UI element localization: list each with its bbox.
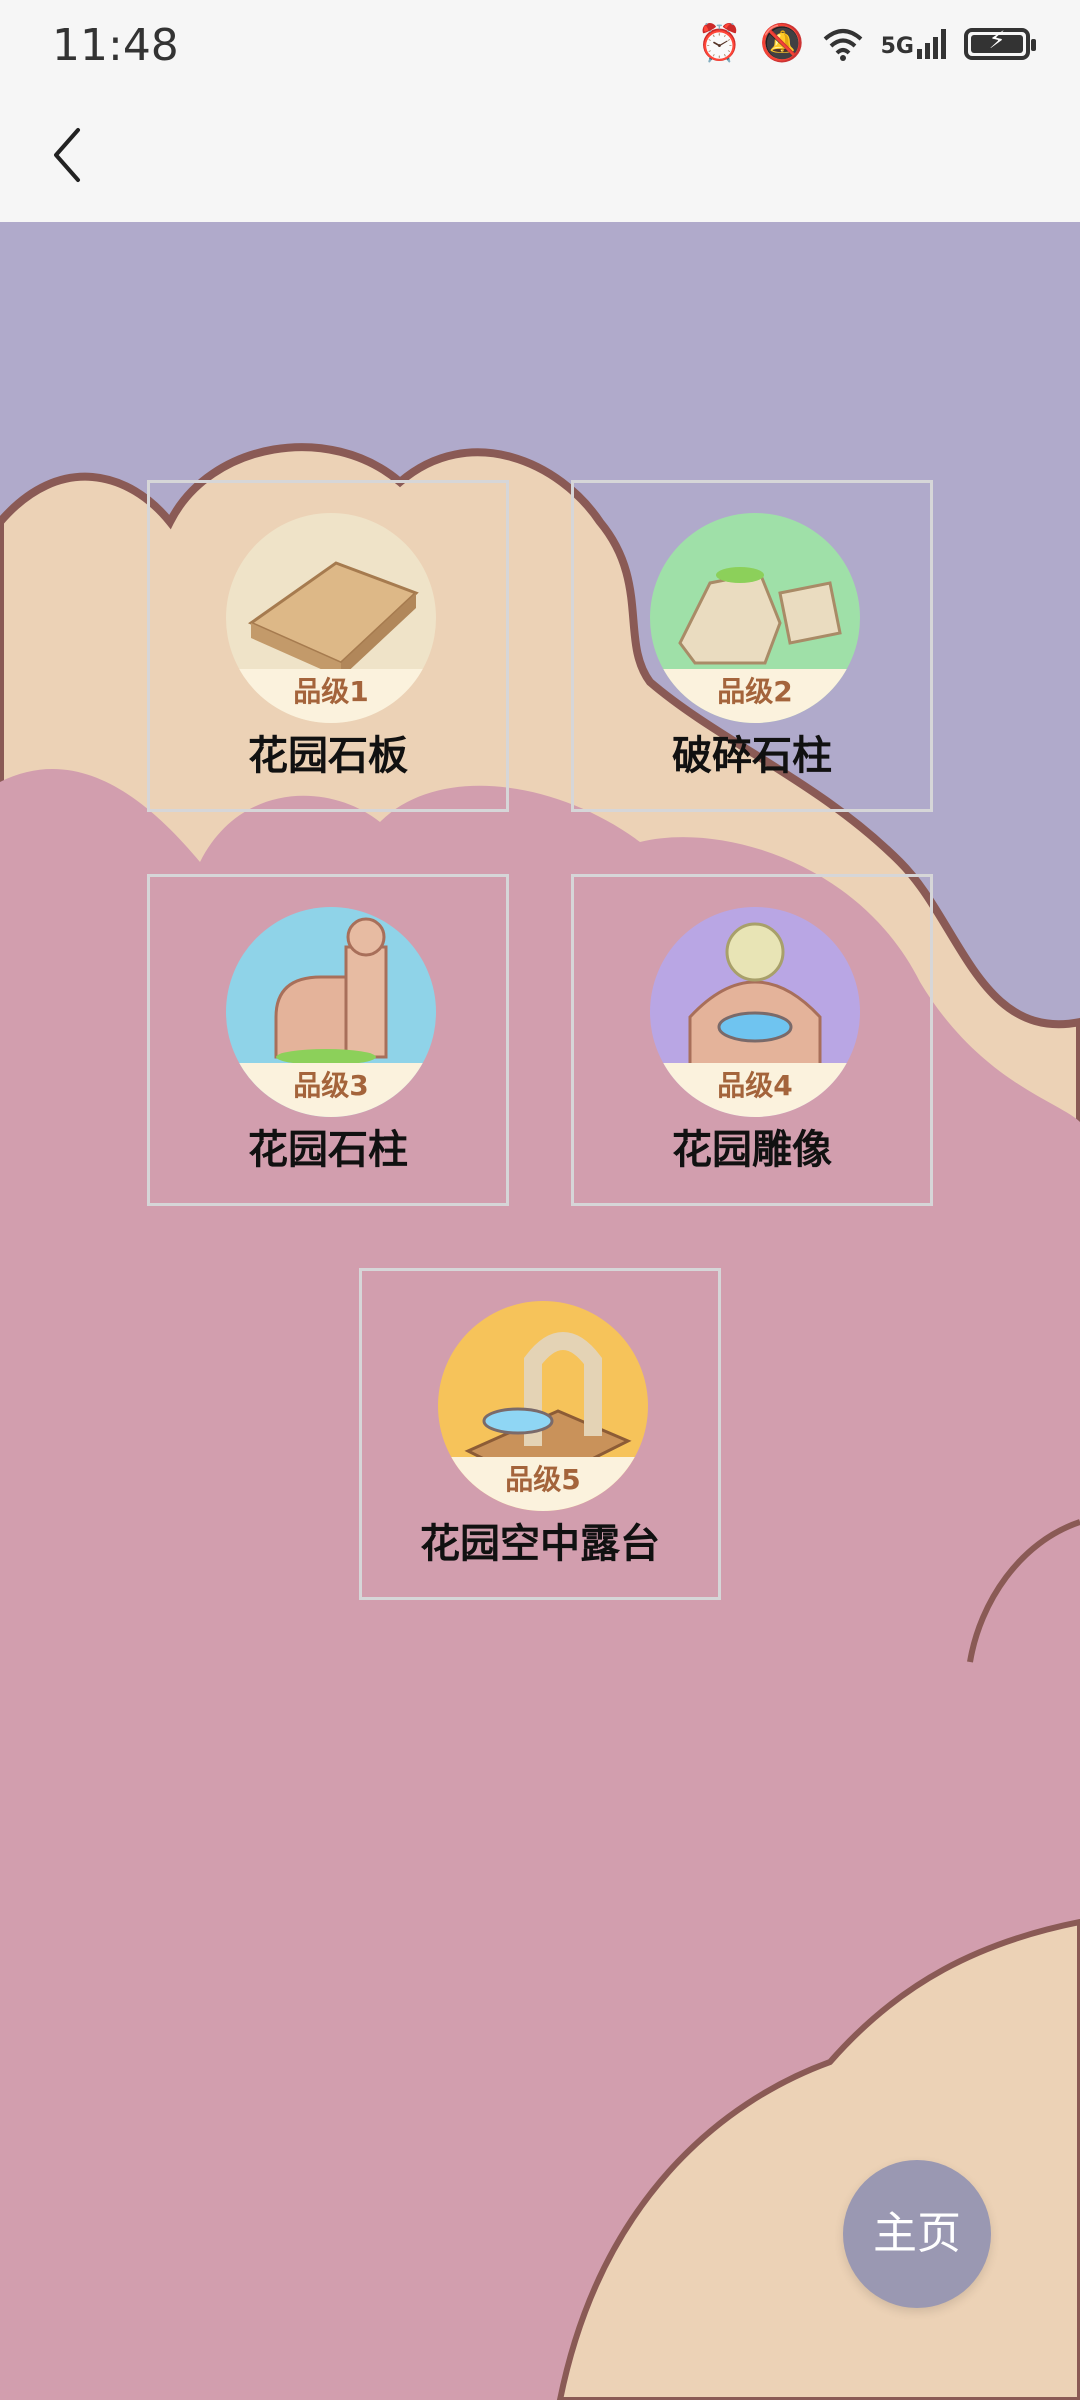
chevron-left-icon (54, 128, 80, 182)
alarm-icon: ⏰ (696, 23, 742, 64)
item-card[interactable]: 品级1 花园石板 (147, 480, 509, 812)
status-bar: 11:48 ⏰ 🔕 5G ⚡ (0, 0, 1080, 90)
item-card[interactable]: 品级2 破碎石柱 (571, 480, 933, 812)
battery-icon: ⚡ (964, 26, 1036, 60)
item-name: 破碎石柱 (672, 733, 832, 779)
item-name: 花园雕像 (672, 1127, 832, 1173)
item-badge: 品级5 (438, 1301, 648, 1511)
nav-bar (0, 90, 1080, 222)
item-badge: 品级4 (650, 907, 860, 1117)
signal-icon: 5G (881, 29, 946, 59)
grade-label: 品级4 (650, 1063, 860, 1117)
wifi-icon (823, 29, 862, 61)
item-card[interactable]: 品级5 花园空中露台 (359, 1268, 721, 1600)
network-type: 5G (880, 34, 914, 59)
mute-icon: 🔕 (759, 23, 805, 64)
status-icons: ⏰ 🔕 5G ⚡ (696, 20, 1036, 68)
home-button[interactable]: 主页 (843, 2160, 991, 2308)
item-badge: 品级2 (650, 513, 860, 723)
item-badge: 品级1 (226, 513, 436, 723)
item-card[interactable]: 品级4 花园雕像 (571, 874, 933, 1206)
grade-label: 品级1 (226, 669, 436, 723)
item-badge: 品级3 (226, 907, 436, 1117)
back-button[interactable] (40, 120, 110, 190)
grade-label: 品级2 (650, 669, 860, 723)
item-name: 花园石柱 (248, 1127, 408, 1173)
item-card[interactable]: 品级3 花园石柱 (147, 874, 509, 1206)
content-area: 品级1 花园石板 品级2 破碎石柱 品级3 花园石柱 品级4 花园雕像 品级5 … (0, 222, 1080, 2400)
status-time: 11:48 (52, 20, 179, 71)
item-name: 花园石板 (248, 733, 408, 779)
item-name: 花园空中露台 (420, 1521, 660, 1567)
grade-label: 品级3 (226, 1063, 436, 1117)
grade-label: 品级5 (438, 1457, 648, 1511)
